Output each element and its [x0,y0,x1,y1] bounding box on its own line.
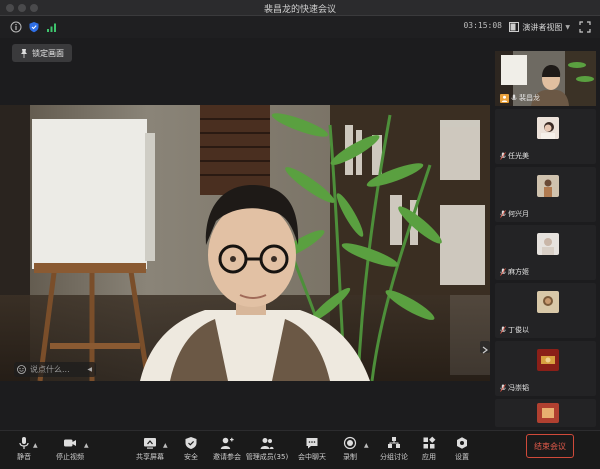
meeting-status-bar: 03:15:08 演讲者视图 ▼ [0,16,600,38]
participants-icon [260,438,274,449]
mic-muted-icon [500,268,506,276]
audio-options-caret-icon[interactable]: ▲ [33,442,38,449]
host-badge-icon [500,93,509,103]
microphone-icon [19,437,29,449]
mute-label: 静音 [17,453,31,461]
info-icon[interactable] [10,21,22,33]
participant-avatar [537,233,559,255]
participant-gallery: 裴昌龙 任光美 何兴月 麻方姬 丁俊以 冯崇韬 [491,49,600,429]
participant-name-bar: 任光美 [500,151,529,161]
participant-name: 裴昌龙 [519,94,540,102]
gear-icon [457,437,467,449]
participant-avatar [537,349,559,371]
participant-tile[interactable]: 丁俊以 [495,283,596,338]
participant-tile[interactable]: 麻方姬 [495,225,596,280]
grid-view-icon [509,22,520,32]
participant-name: 麻方姬 [508,268,529,276]
chat-placeholder: 说点什么... [30,365,70,374]
breakout-rooms-label: 分组讨论 [380,453,408,461]
participant-name-bar: 丁俊以 [500,325,529,335]
mic-muted-icon [500,326,506,334]
chevron-right-icon [482,346,488,354]
chat-bubble-icon [306,438,318,449]
speaker-video[interactable] [0,105,490,381]
quick-chat-input[interactable]: 说点什么... ◀ [14,362,96,377]
participant-name: 丁俊以 [508,326,529,334]
add-person-icon [220,437,234,449]
mute-button[interactable]: 静音 [2,434,46,468]
participant-name: 任光美 [508,152,529,160]
participant-tile[interactable]: 裴昌龙 [495,51,596,106]
share-screen-button[interactable]: 共享屏幕 [128,434,172,468]
chat-label: 会中聊天 [298,453,326,461]
participant-avatar [537,175,559,197]
participant-name-bar: 冯崇韬 [500,383,529,393]
view-label: 演讲者视图 [522,22,563,32]
mic-muted-icon [500,384,506,392]
stop-video-button[interactable]: 停止视频 [48,434,92,468]
record-icon [343,436,357,450]
video-options-caret-icon[interactable]: ▲ [84,442,89,449]
title-bar: 裴昌龙的快速会议 [0,0,600,16]
end-meeting-button[interactable]: 结束会议 [526,434,574,458]
mic-icon [511,94,517,100]
record-button[interactable]: 录制 [328,434,372,468]
security-label: 安全 [184,453,198,461]
invite-button[interactable]: 邀请参会 [205,434,249,468]
collapse-sidebar-button[interactable] [480,341,490,354]
view-switch-button[interactable]: 演讲者视图 ▼ [509,20,570,34]
fullscreen-icon[interactable] [578,20,592,34]
participant-name: 冯崇韬 [508,384,529,392]
participant-name-bar: 何兴月 [500,209,529,219]
chevron-down-icon: ▼ [565,23,570,31]
share-screen-label: 共享屏幕 [136,453,164,461]
window-title: 裴昌龙的快速会议 [263,5,336,15]
mic-muted-icon [500,210,506,218]
share-screen-icon [144,438,156,449]
pin-icon [21,49,27,58]
participant-name-bar: 裴昌龙 [500,93,540,103]
participant-name-bar: 麻方姬 [500,267,529,277]
breakout-rooms-icon [388,437,400,448]
emoji-icon[interactable] [17,365,26,374]
participant-tile[interactable] [495,399,596,427]
apps-label: 应用 [422,453,436,461]
speaker-video-frame [0,105,490,381]
record-options-caret-icon[interactable]: ▲ [364,442,369,449]
shield-icon [185,437,197,449]
participant-avatar [537,117,559,139]
lock-view-label: 锁定画面 [32,48,64,58]
participant-name: 何兴月 [508,210,529,218]
settings-label: 设置 [455,453,469,461]
mic-muted-icon [500,152,506,160]
apps-grid-icon [423,436,436,449]
meeting-timer: 03:15:08 [463,21,502,30]
participant-avatar [537,291,559,313]
chevron-left-icon[interactable]: ◀ [87,366,92,373]
record-label: 录制 [343,453,357,461]
stop-video-label: 停止视频 [56,453,84,461]
participant-tile[interactable]: 任光美 [495,109,596,164]
lock-view-button[interactable]: 锁定画面 [12,44,72,62]
participant-tile[interactable]: 何兴月 [495,167,596,222]
security-shield-icon[interactable] [28,21,40,33]
invite-label: 邀请参会 [213,453,241,461]
settings-button[interactable]: 设置 [440,434,484,468]
manage-participants-button[interactable]: 管理成员(35) [245,434,289,468]
participant-tile[interactable]: 冯崇韬 [495,341,596,396]
network-signal-icon[interactable] [46,21,58,33]
participant-avatar [537,403,559,423]
manage-participants-label: 管理成员(35) [245,453,289,461]
share-options-caret-icon[interactable]: ▲ [163,442,168,449]
video-camera-icon [64,439,76,447]
meeting-toolbar: 静音 ▲ 停止视频 ▲ 共享屏幕 ▲ 安全 邀请参会 管理成员(35) 会中聊天… [0,430,600,469]
